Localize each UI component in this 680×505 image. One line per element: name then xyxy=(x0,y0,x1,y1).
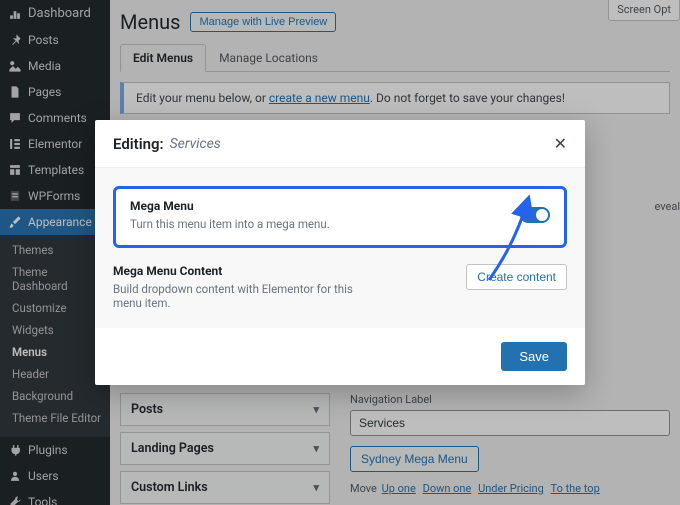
close-icon[interactable]: ✕ xyxy=(554,134,567,153)
mega-content-desc: Build dropdown content with Elementor fo… xyxy=(113,282,363,310)
mega-content-title: Mega Menu Content xyxy=(113,264,454,278)
mega-menu-modal: Editing: Services ✕ Mega Menu Turn this … xyxy=(95,120,585,385)
modal-subtitle: Services xyxy=(170,136,221,152)
mega-menu-toggle[interactable] xyxy=(520,207,550,223)
mega-menu-title: Mega Menu xyxy=(130,199,330,213)
create-content-button[interactable]: Create content xyxy=(466,264,567,290)
mega-menu-highlight-box: Mega Menu Turn this menu item into a meg… xyxy=(113,186,567,248)
save-button[interactable]: Save xyxy=(501,342,567,371)
modal-overlay: Editing: Services ✕ Mega Menu Turn this … xyxy=(0,0,680,505)
modal-title: Editing: xyxy=(113,135,164,153)
mega-menu-desc: Turn this menu item into a mega menu. xyxy=(130,217,330,231)
